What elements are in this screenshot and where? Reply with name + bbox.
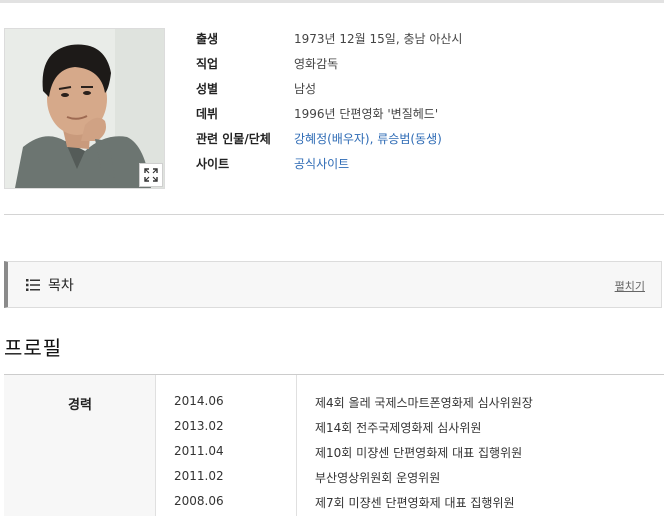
career-date: 2013.02 <box>174 419 224 433</box>
info-row-debut: 데뷔 1996년 단편영화 '변질헤드' <box>196 101 462 126</box>
info-row-job: 직업 영화감독 <box>196 51 462 76</box>
info-label: 데뷔 <box>196 107 219 121</box>
info-label: 관련 인물/단체 <box>196 132 271 146</box>
career-description: 제4회 올레 국제스마트폰영화제 심사위원장 <box>315 396 533 410</box>
career-description: 제14회 전주국제영화제 심사위원 <box>315 421 482 435</box>
info-label: 성별 <box>196 82 219 96</box>
divider <box>4 214 664 215</box>
list-icon <box>26 277 42 293</box>
career-date: 2011.02 <box>174 469 224 483</box>
table-row: 2014.06 제4회 올레 국제스마트폰영화제 심사위원장 <box>4 389 664 414</box>
table-row: 2008.06 제7회 미쟝센 단편영화제 대표 집행위원 <box>4 489 664 514</box>
career-date: 2014.06 <box>174 394 224 408</box>
expand-icon <box>144 168 158 182</box>
info-value: 남성 <box>294 82 317 96</box>
profile-info-table: 출생 1973년 12월 15일, 충남 아산시 직업 영화감독 성별 남성 데… <box>196 26 462 176</box>
table-row: 2011.04 제10회 미쟝센 단편영화제 대표 집행위원 <box>4 439 664 464</box>
toc-title: 목차 <box>48 277 74 294</box>
career-date: 2011.04 <box>174 444 224 458</box>
career-rows: 2014.06 제4회 올레 국제스마트폰영화제 심사위원장 2013.02 제… <box>4 389 664 514</box>
profile-section: 출생 1973년 12월 15일, 충남 아산시 직업 영화감독 성별 남성 데… <box>0 0 664 216</box>
info-row-gender: 성별 남성 <box>196 76 462 101</box>
info-label: 사이트 <box>196 157 230 171</box>
toc-expand-link[interactable]: 펼치기 <box>615 278 645 294</box>
official-site-link[interactable]: 공식사이트 <box>294 155 349 172</box>
related-person-link-spouse[interactable]: 강혜정(배우자) <box>294 132 370 146</box>
career-description: 부산영상위원회 운영위원 <box>315 471 441 485</box>
career-table: 경력 2014.06 제4회 올레 국제스마트폰영화제 심사위원장 2013.0… <box>4 374 664 516</box>
expand-photo-button[interactable] <box>139 163 163 187</box>
career-date: 2008.06 <box>174 494 224 508</box>
info-label: 직업 <box>196 57 219 71</box>
info-row-birth: 출생 1973년 12월 15일, 충남 아산시 <box>196 26 462 51</box>
related-person-link-brother[interactable]: 류승범(동생) <box>377 132 442 146</box>
table-of-contents-bar: 목차 펼치기 <box>4 261 662 308</box>
info-row-site: 사이트 공식사이트 <box>196 151 462 176</box>
table-row: 2011.02 부산영상위원회 운영위원 <box>4 464 664 489</box>
career-description: 제7회 미쟝센 단편영화제 대표 집행위원 <box>315 496 515 510</box>
career-description: 제10회 미쟝센 단편영화제 대표 집행위원 <box>315 446 523 460</box>
table-row: 2013.02 제14회 전주국제영화제 심사위원 <box>4 414 664 439</box>
info-row-related: 관련 인물/단체 강혜정(배우자), 류승범(동생) <box>196 126 462 151</box>
profile-photo[interactable] <box>4 28 165 189</box>
info-label: 출생 <box>196 32 219 46</box>
info-value: 영화감독 <box>294 57 339 71</box>
info-value: 강혜정(배우자), 류승범(동생) <box>294 130 442 147</box>
section-title-profile: 프로필 <box>4 336 63 360</box>
info-value: 1996년 단편영화 '변질헤드' <box>294 107 439 121</box>
info-value: 1973년 12월 15일, 충남 아산시 <box>294 32 463 46</box>
